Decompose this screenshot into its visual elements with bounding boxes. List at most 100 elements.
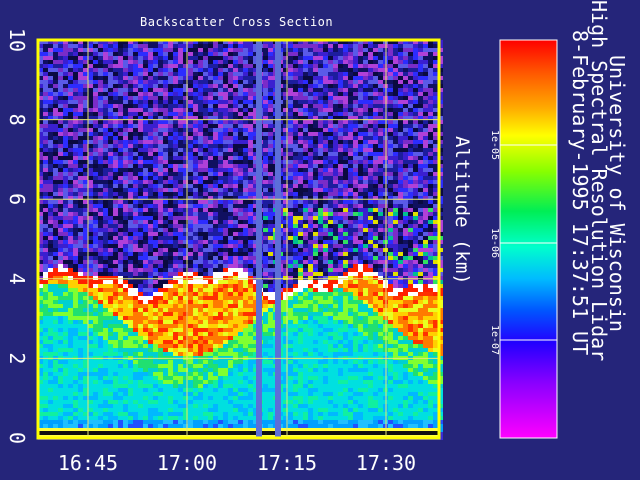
heatmap-cell (138, 208, 143, 212)
heatmap-cell (228, 236, 233, 240)
heatmap-cell (263, 200, 268, 204)
heatmap-cell (43, 216, 48, 220)
heatmap-cell (228, 376, 233, 380)
heatmap-cell (138, 140, 143, 144)
heatmap-cell (233, 288, 238, 292)
heatmap-cell (158, 156, 163, 160)
heatmap-cell (243, 100, 248, 104)
heatmap-cell (243, 368, 248, 372)
heatmap-cell (63, 328, 68, 332)
heatmap-cell (178, 60, 183, 64)
heatmap-cell (63, 68, 68, 72)
heatmap-cell (88, 256, 93, 260)
heatmap-cell (83, 44, 88, 48)
heatmap-cell (108, 88, 113, 92)
heatmap-cell (98, 264, 103, 268)
heatmap-cell (173, 80, 178, 84)
heatmap-cell (58, 176, 63, 180)
heatmap-cell (153, 212, 158, 216)
heatmap-cell (138, 352, 143, 356)
heatmap-cell (158, 312, 163, 316)
heatmap-cell (148, 336, 153, 340)
heatmap-cell (178, 352, 183, 356)
heatmap-cell (103, 412, 108, 416)
heatmap-cell (233, 268, 238, 272)
heatmap-cell (168, 112, 173, 116)
heatmap-cell (213, 392, 218, 396)
heatmap-cell (238, 176, 243, 180)
heatmap-cell (108, 128, 113, 132)
heatmap-cell (263, 368, 268, 372)
heatmap-cell (168, 168, 173, 172)
heatmap-cell (223, 104, 228, 108)
heatmap-cell (228, 332, 233, 336)
heatmap-cell (143, 84, 148, 88)
heatmap-cell (193, 168, 198, 172)
heatmap-cell (203, 380, 208, 384)
heatmap-cell (73, 208, 78, 212)
heatmap-cell (48, 132, 53, 136)
heatmap-cell (48, 404, 53, 408)
heatmap-cell (103, 408, 108, 412)
heatmap-cell (103, 404, 108, 408)
heatmap-cell (263, 396, 268, 400)
heatmap-cell (123, 324, 128, 328)
heatmap-cell (263, 140, 268, 144)
heatmap-cell (228, 108, 233, 112)
heatmap-cell (93, 216, 98, 220)
heatmap-cell (218, 376, 223, 380)
heatmap-cell (228, 248, 233, 252)
heatmap-cell (138, 48, 143, 52)
heatmap-cell (108, 220, 113, 224)
heatmap-cell (263, 136, 268, 140)
heatmap-cell (208, 400, 213, 404)
heatmap-cell (228, 348, 233, 352)
heatmap-cell (228, 368, 233, 372)
heatmap-cell (103, 400, 108, 404)
heatmap-cell (168, 132, 173, 136)
heatmap-cell (218, 372, 223, 376)
heatmap-cell (133, 112, 138, 116)
heatmap-cell (113, 256, 118, 260)
heatmap-cell (43, 284, 48, 288)
heatmap-cell (93, 200, 98, 204)
heatmap-cell (228, 44, 233, 48)
heatmap-cell (268, 324, 273, 328)
heatmap-cell (263, 108, 268, 112)
heatmap-cell (223, 340, 228, 344)
heatmap-cell (73, 44, 78, 48)
heatmap-cell (108, 80, 113, 84)
heatmap-cell (93, 132, 98, 136)
heatmap-cell (118, 132, 123, 136)
heatmap-cell (218, 108, 223, 112)
heatmap-cell (223, 392, 228, 396)
heatmap-cell (158, 256, 163, 260)
heatmap-cell (193, 240, 198, 244)
heatmap-cell (53, 284, 58, 288)
heatmap-cell (173, 292, 178, 296)
heatmap-cell (193, 288, 198, 292)
heatmap-cell (208, 416, 213, 420)
heatmap-cell (228, 400, 233, 404)
heatmap-cell (193, 340, 198, 344)
heatmap-cell (58, 164, 63, 168)
heatmap-cell (243, 312, 248, 316)
heatmap-cell (68, 400, 73, 404)
heatmap-cell (168, 148, 173, 152)
heatmap-cell (188, 176, 193, 180)
heatmap-cell (223, 216, 228, 220)
heatmap-cell (163, 376, 168, 380)
heatmap-cell (178, 168, 183, 172)
heatmap-cell (188, 276, 193, 280)
heatmap-cell (113, 364, 118, 368)
heatmap-cell (53, 264, 58, 268)
heatmap-cell (73, 92, 78, 96)
heatmap-cell (123, 224, 128, 228)
heatmap-cell (73, 232, 78, 236)
heatmap-cell (173, 324, 178, 328)
heatmap-cell (53, 156, 58, 160)
heatmap-cell (248, 232, 253, 236)
heatmap-cell (103, 288, 108, 292)
heatmap-cell (203, 224, 208, 228)
heatmap-cell (88, 76, 93, 80)
